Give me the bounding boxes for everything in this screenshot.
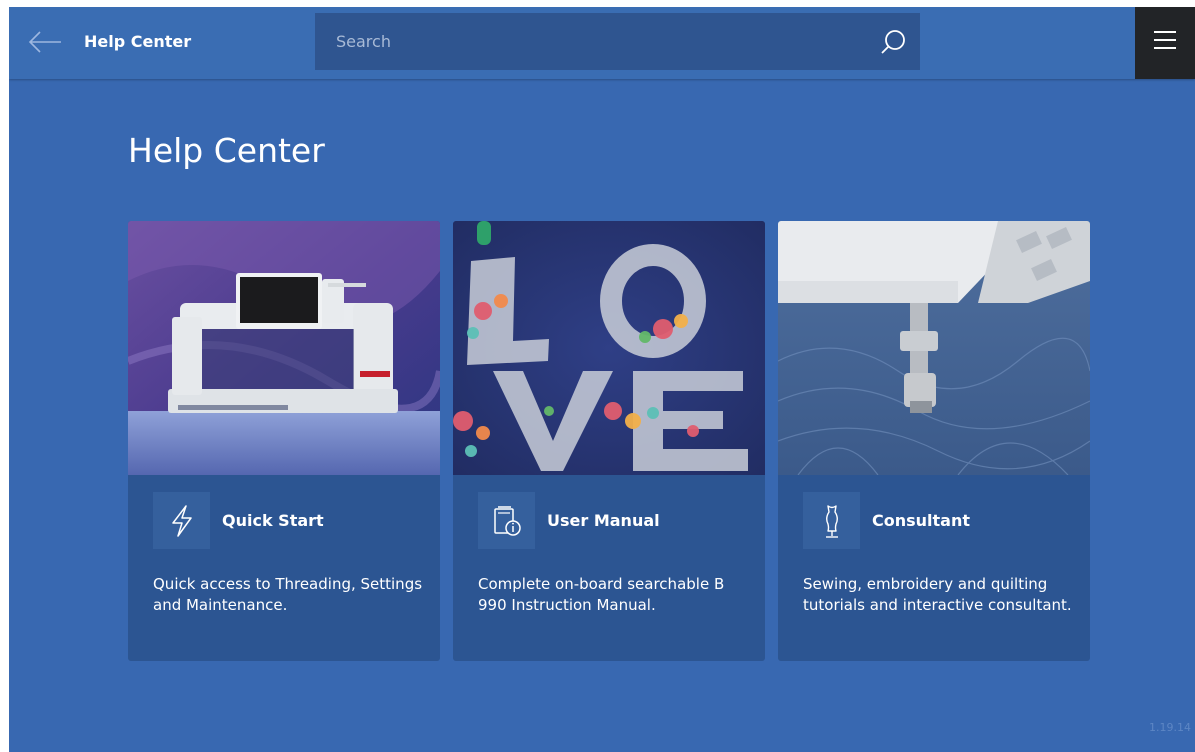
card-icon-box xyxy=(478,492,535,549)
arrow-left-icon xyxy=(28,31,61,53)
version-label: 1.19.14 xyxy=(1149,721,1191,734)
card-icon-box xyxy=(153,492,210,549)
header-title: Help Center xyxy=(84,32,192,51)
sewing-machine-image xyxy=(128,221,440,475)
page-title: Help Center xyxy=(128,131,325,170)
manual-info-icon xyxy=(493,505,521,536)
card-quick-start[interactable]: Quick Start Quick access to Threading, S… xyxy=(128,221,440,661)
card-title: Quick Start xyxy=(222,511,324,530)
love-embroidery-image xyxy=(453,221,765,475)
search-button[interactable] xyxy=(866,13,920,70)
card-description: Sewing, embroidery and quilting tutorial… xyxy=(803,575,1072,614)
hamburger-menu-icon xyxy=(1154,30,1176,49)
search-icon xyxy=(881,29,905,54)
card-title: User Manual xyxy=(547,511,660,530)
search-bar xyxy=(315,12,920,71)
card-description: Complete on-board searchable B 990 Instr… xyxy=(478,575,725,614)
quilting-image xyxy=(778,221,1090,475)
card-description: Quick access to Threading, Settings and … xyxy=(153,575,423,614)
card-title: Consultant xyxy=(872,511,971,530)
help-center-screen: Help Center Help Center xyxy=(9,7,1195,752)
search-input[interactable] xyxy=(315,12,866,71)
card-user-manual[interactable]: User Manual Complete on-board searchable… xyxy=(453,221,765,661)
menu-button[interactable] xyxy=(1135,7,1195,79)
card-consultant[interactable]: Consultant Sewing, embroidery and quilti… xyxy=(778,221,1090,661)
card-icon-box xyxy=(803,492,860,549)
top-bar: Help Center xyxy=(9,7,1195,79)
dress-form-icon xyxy=(825,504,838,538)
back-button[interactable] xyxy=(25,27,65,57)
lightning-icon xyxy=(171,504,192,537)
